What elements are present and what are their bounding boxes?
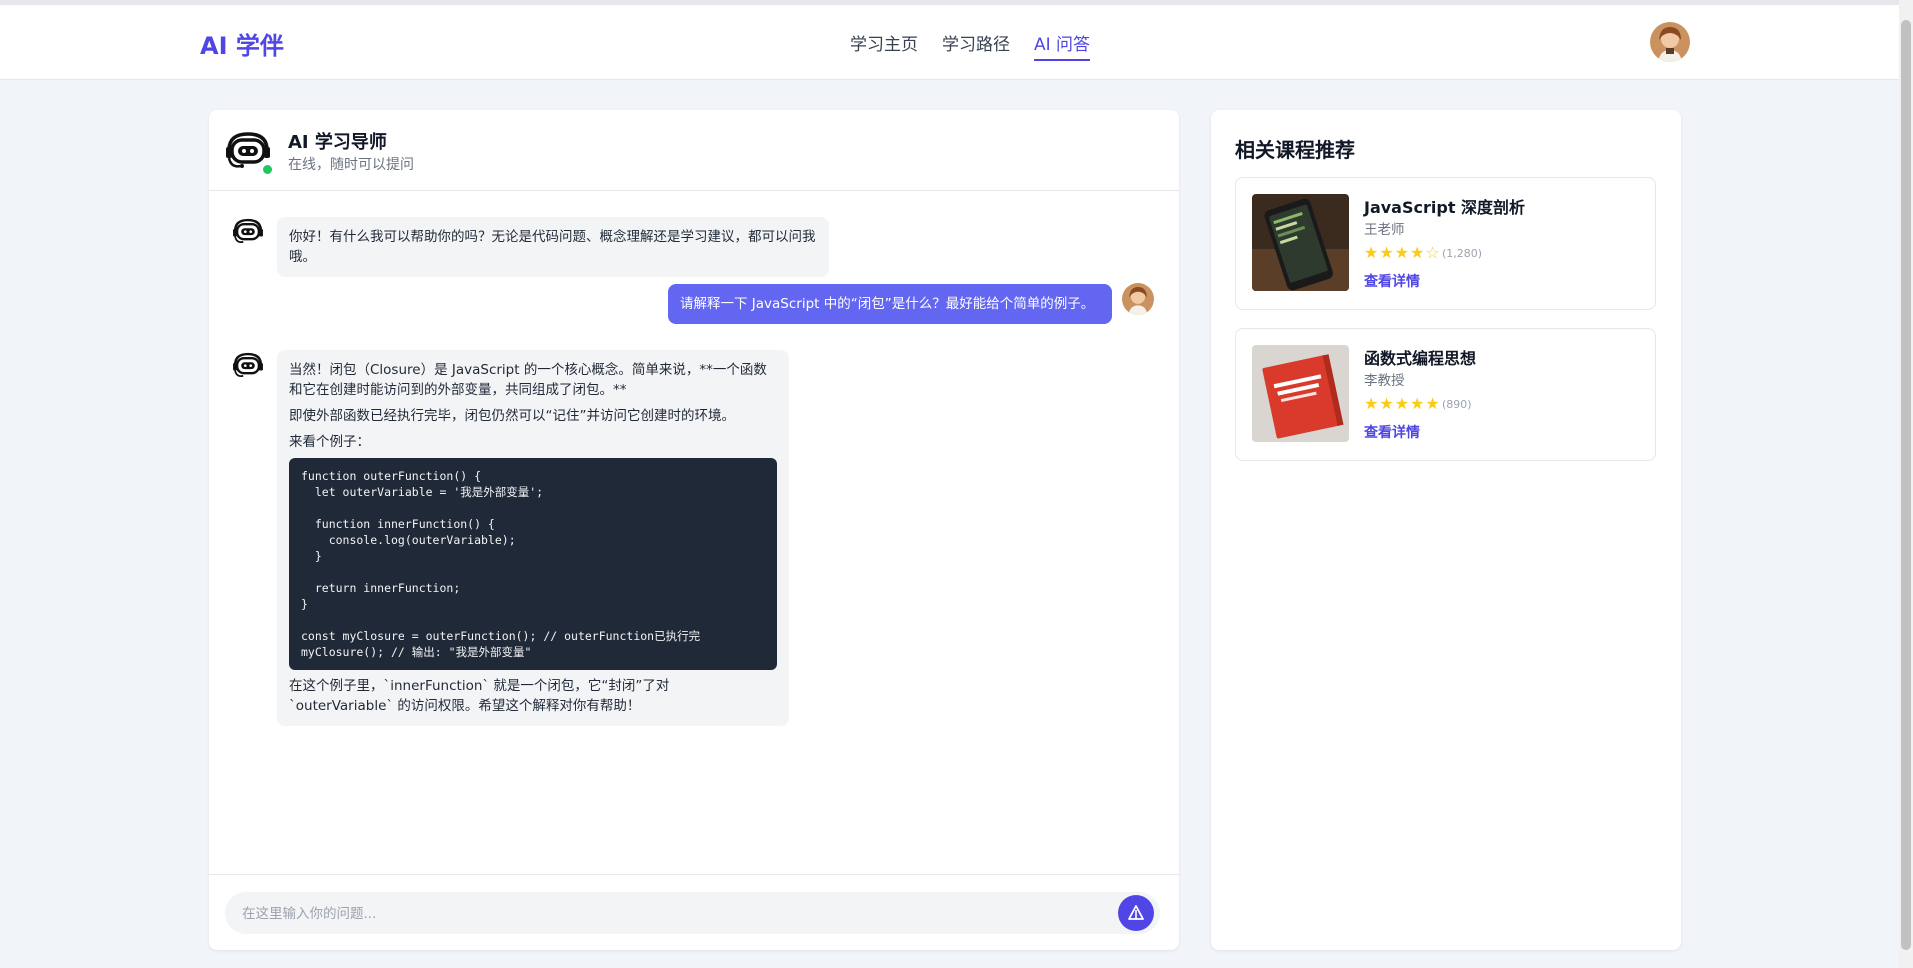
course-thumbnail bbox=[1252, 345, 1349, 442]
user-message: 请解释一下 JavaScript 中的“闭包”是什么？最好能给个简单的例子。 bbox=[668, 284, 1112, 324]
course-teacher: 王老师 bbox=[1364, 222, 1405, 238]
ai-message: 当然！闭包（Closure）是 JavaScript 的一个核心概念。简单来说，… bbox=[277, 350, 789, 726]
tutor-name: AI 学习导师 bbox=[288, 132, 387, 153]
ai-message-intro: 当然！闭包（Closure）是 JavaScript 的一个核心概念。简单来说，… bbox=[289, 362, 767, 398]
brand-logo[interactable]: AI 学伴 bbox=[200, 26, 284, 61]
nav-link-home[interactable]: 学习主页 bbox=[850, 30, 918, 61]
rating-stars: ★★★★★ bbox=[1364, 394, 1441, 413]
ai-message: 你好！有什么我可以帮助你的吗？无论是代码问题、概念理解还是学习建议，都可以问我哦… bbox=[277, 217, 829, 277]
chat-input-bar bbox=[209, 874, 1179, 951]
course-teacher: 李教授 bbox=[1364, 373, 1405, 389]
rating-stars: ★★★★☆ bbox=[1364, 243, 1441, 262]
user-message-avatar bbox=[1122, 283, 1154, 315]
chat-input-wrapper bbox=[225, 892, 1160, 936]
chat-panel: AI 学习导师 在线，随时可以提问 你好！有什么我可以帮助你的吗？无论是代码问题… bbox=[209, 110, 1179, 950]
send-button[interactable] bbox=[1118, 895, 1154, 931]
course-card[interactable]: 函数式编程思想 李教授 ★★★★★ (890) 查看详情 bbox=[1235, 328, 1656, 461]
scrollbar-thumb[interactable] bbox=[1901, 20, 1911, 950]
review-count: (1,280) bbox=[1442, 247, 1483, 260]
send-icon bbox=[1128, 905, 1144, 920]
ai-message-paragraph: 来看个例子： bbox=[289, 434, 370, 450]
recommendations-panel: 相关课程推荐 JavaScript 深度剖析 王老师 ★★★★☆ (1,280)… bbox=[1211, 110, 1681, 950]
top-navbar: AI 学伴 学习主页 学习路径 AI 问答 bbox=[0, 5, 1899, 80]
chat-header: AI 学习导师 在线，随时可以提问 bbox=[209, 110, 1179, 191]
review-count: (890) bbox=[1442, 398, 1472, 411]
ai-message-paragraph: 即使外部函数已经执行完毕，闭包仍然可以“记住”并访问它创建时的环境。 bbox=[289, 408, 735, 424]
course-title: 函数式编程思想 bbox=[1364, 349, 1477, 368]
page-scrollbar[interactable] bbox=[1899, 0, 1913, 968]
ai-message-outro: 在这个例子里，`innerFunction` 就是一个闭包，它“封闭”了对 `o… bbox=[289, 678, 670, 714]
online-status-dot bbox=[262, 164, 273, 175]
view-details-link[interactable]: 查看详情 bbox=[1364, 422, 1420, 442]
main-nav: 学习主页 学习路径 AI 问答 bbox=[850, 30, 1091, 61]
user-avatar[interactable] bbox=[1650, 22, 1690, 62]
tutor-status: 在线，随时可以提问 bbox=[288, 157, 414, 173]
recommendations-title: 相关课程推荐 bbox=[1235, 138, 1355, 162]
course-thumbnail bbox=[1252, 194, 1349, 291]
chat-input[interactable] bbox=[240, 892, 1124, 936]
nav-link-ai-qa[interactable]: AI 问答 bbox=[1034, 30, 1091, 61]
nav-link-learning-path[interactable]: 学习路径 bbox=[942, 30, 1010, 61]
course-card[interactable]: JavaScript 深度剖析 王老师 ★★★★☆ (1,280) 查看详情 bbox=[1235, 177, 1656, 310]
view-details-link[interactable]: 查看详情 bbox=[1364, 271, 1420, 291]
code-block[interactable]: function outerFunction() { let outerVari… bbox=[289, 458, 777, 670]
robot-icon bbox=[233, 352, 263, 377]
course-title: JavaScript 深度剖析 bbox=[1364, 198, 1526, 217]
robot-icon bbox=[233, 218, 263, 243]
